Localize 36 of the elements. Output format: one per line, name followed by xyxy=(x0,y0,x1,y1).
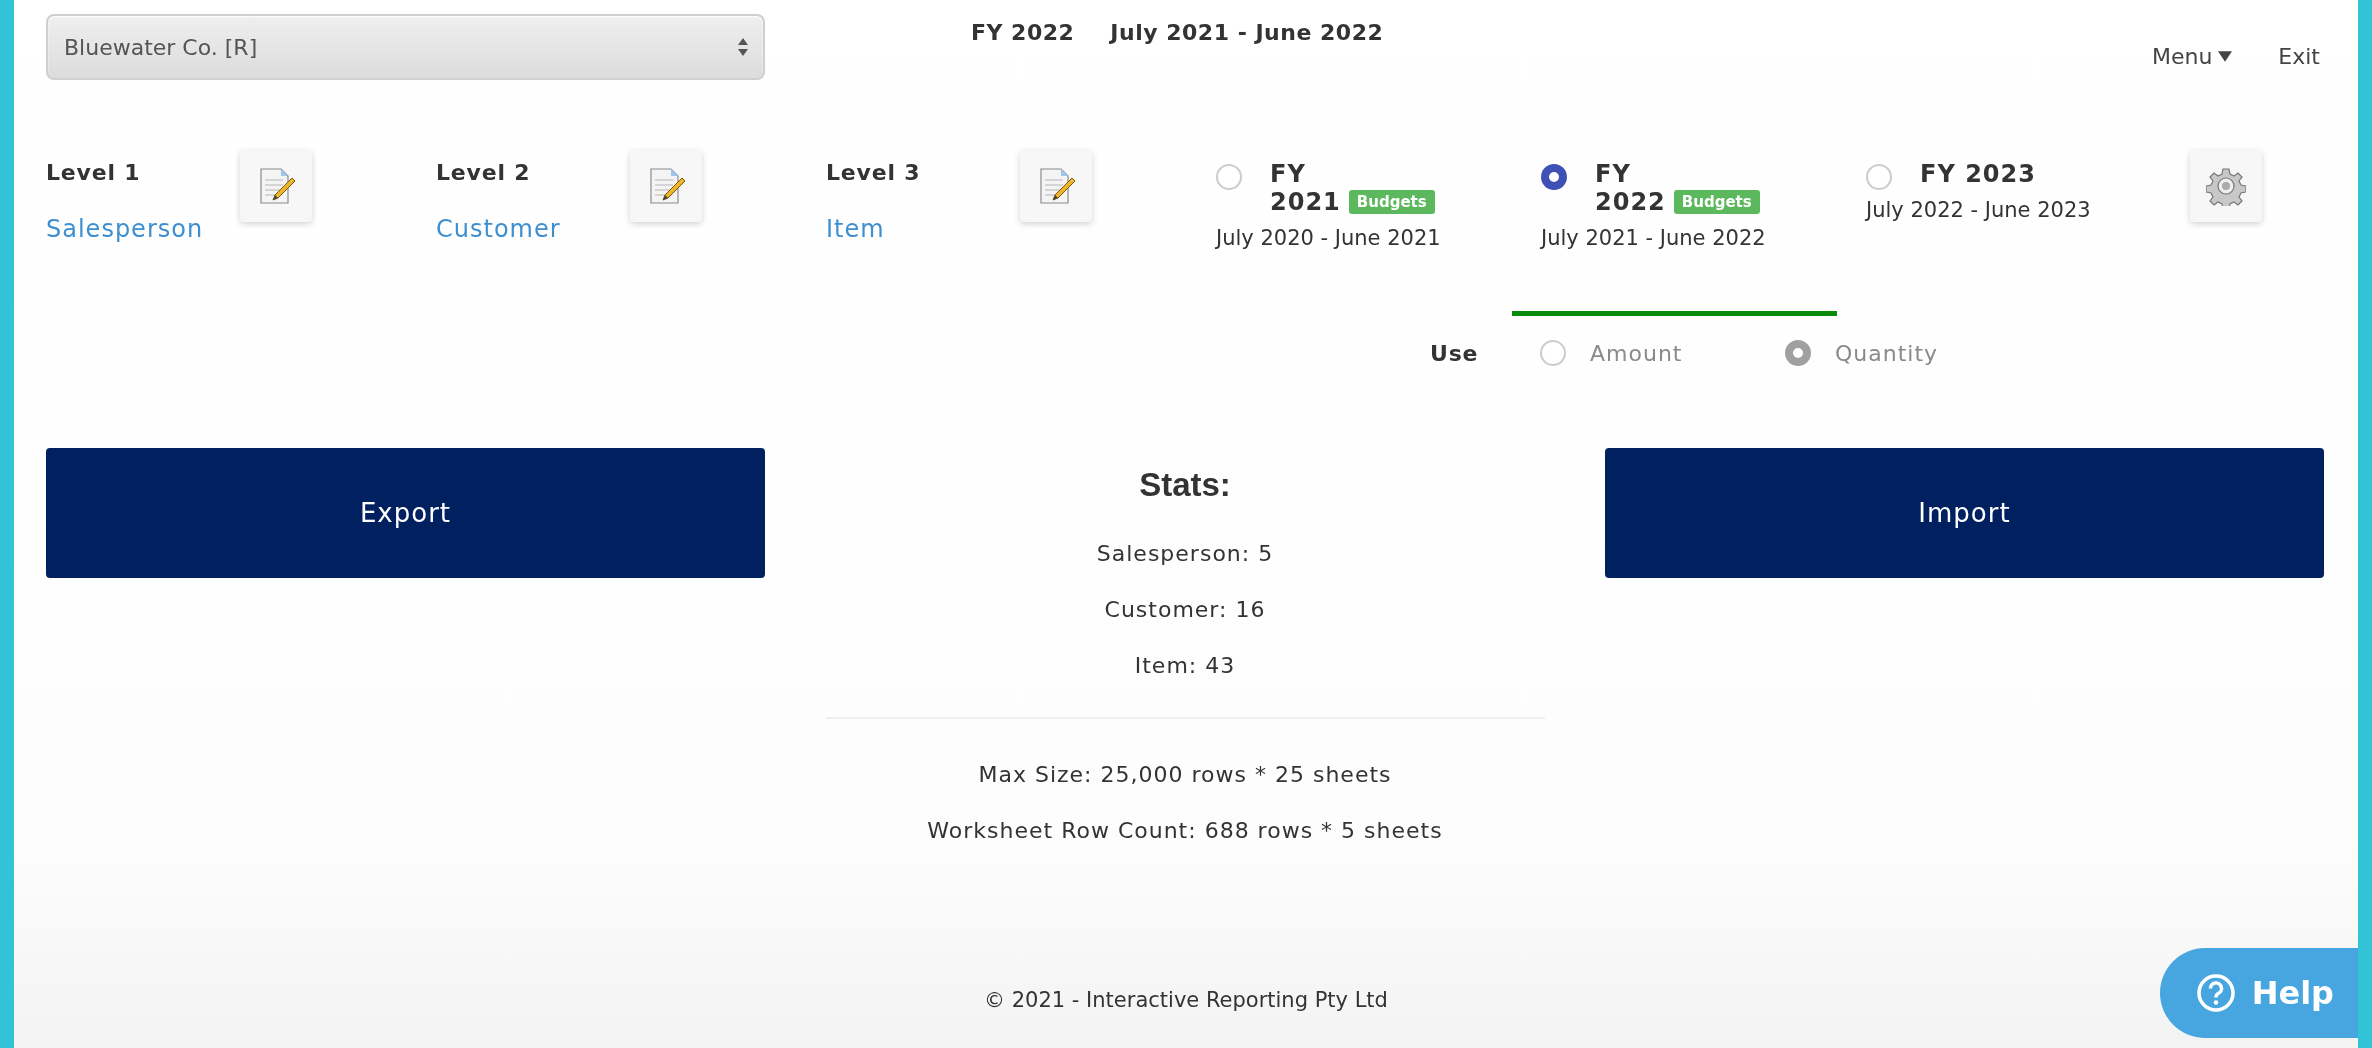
level-label: Level 2 xyxy=(436,160,532,185)
edit-button[interactable] xyxy=(1020,150,1092,222)
use-label: Use xyxy=(1430,340,1480,366)
help-icon xyxy=(2195,973,2236,1013)
radio-icon xyxy=(1866,164,1892,190)
edit-button[interactable] xyxy=(240,150,312,222)
company-select[interactable]: Bluewater Co. [R] xyxy=(46,14,765,80)
exit-link[interactable]: Exit xyxy=(2278,44,2320,69)
period-title: July 2021 - June 2022 xyxy=(1110,20,1384,45)
budgets-badge: Budgets xyxy=(1348,190,1435,214)
fiscal-year-option[interactable]: FY 2021 Budgets July 2020 - June 2021 xyxy=(1187,150,1512,316)
stat-line: Item: 43 xyxy=(1134,653,1236,678)
footer-text: © 2021 - Interactive Reporting Pty Ltd xyxy=(984,988,1388,1012)
radio-icon xyxy=(1540,340,1566,366)
updown-arrow-icon xyxy=(737,37,749,57)
import-button[interactable]: Import xyxy=(1605,448,2324,578)
edit-button[interactable] xyxy=(630,150,702,222)
budgets-badge: Budgets xyxy=(1673,190,1760,214)
menu-dropdown[interactable]: Menu xyxy=(2151,44,2233,69)
level-label: Level 3 xyxy=(826,160,922,185)
fiscal-year-option[interactable]: FY 2022 Budgets July 2021 - June 2022 xyxy=(1512,150,1837,316)
stats-heading: Stats: xyxy=(1139,466,1231,504)
radio-icon xyxy=(1785,340,1811,366)
level-label: Level 1 xyxy=(46,160,142,185)
radio-icon xyxy=(1541,164,1567,190)
limit-line: Worksheet Row Count: 688 rows * 5 sheets xyxy=(927,818,1443,843)
caret-icon xyxy=(2218,50,2233,63)
radio-icon xyxy=(1216,164,1242,190)
fiscal-year-option[interactable]: FY 2023 July 2022 - June 2023 xyxy=(1837,150,2162,316)
settings-button[interactable] xyxy=(2190,150,2262,222)
settings-icon xyxy=(2206,166,2246,206)
export-button[interactable]: Export xyxy=(46,448,765,578)
stat-line: Salesperson: 5 xyxy=(1096,541,1274,566)
limit-line: Max Size: 25,000 rows * 25 sheets xyxy=(978,762,1392,787)
stat-line: Customer: 16 xyxy=(1104,597,1266,622)
fiscal-year-title: FY 2022 xyxy=(971,20,1075,45)
